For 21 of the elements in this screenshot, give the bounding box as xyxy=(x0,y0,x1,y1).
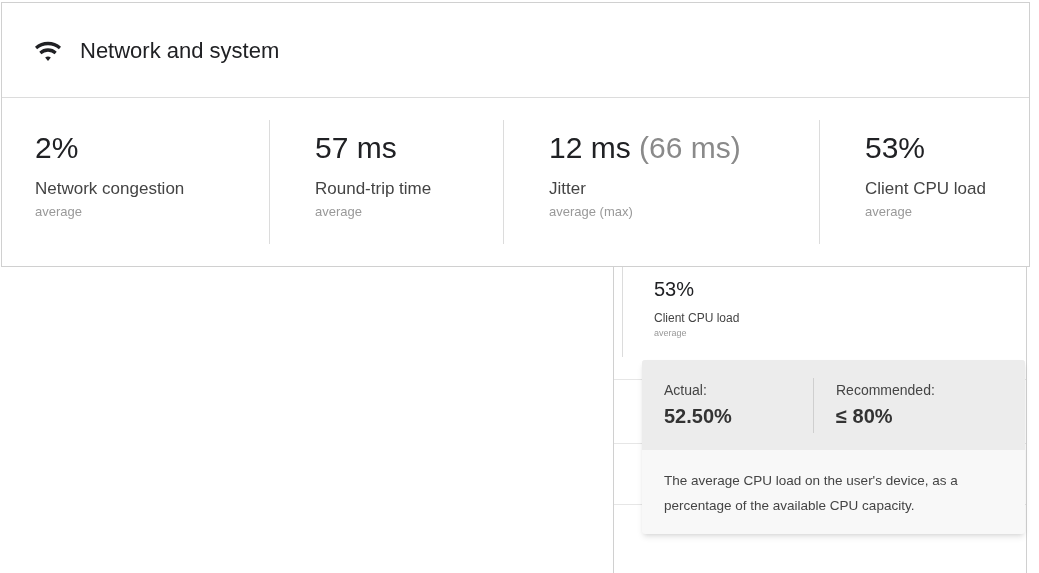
metric-value: 2% xyxy=(35,130,80,166)
metric-label: Network congestion xyxy=(35,178,186,200)
tooltip-description: The average CPU load on the user's device, as a percentage of the available CPU capacity. xyxy=(663,472,959,515)
metric-value: 12 ms (66 ms) xyxy=(549,130,742,166)
actual-value: 52.50% xyxy=(664,403,733,429)
metric-sublabel: average xyxy=(315,202,363,221)
recommended-value: ≤ 80% xyxy=(836,403,894,429)
metric-sublabel: average (max) xyxy=(549,202,634,221)
metric-label: Jitter xyxy=(549,178,587,200)
metric-sublabel: average xyxy=(654,327,688,340)
actual-label: Actual: xyxy=(664,380,708,400)
metric-sublabel: average xyxy=(865,202,913,221)
card-title: Network and system xyxy=(80,36,280,65)
metric-label: Round-trip time xyxy=(315,178,433,200)
metric-value: 53% xyxy=(865,130,927,166)
metric-value: 53% xyxy=(654,277,696,301)
metric-value: 57 ms xyxy=(315,130,398,166)
metric-label: Client CPU load xyxy=(654,310,741,327)
recommended-label: Recommended: xyxy=(836,380,935,400)
metric-sublabel: average xyxy=(35,202,83,221)
metric-label: Client CPU load xyxy=(865,178,987,200)
